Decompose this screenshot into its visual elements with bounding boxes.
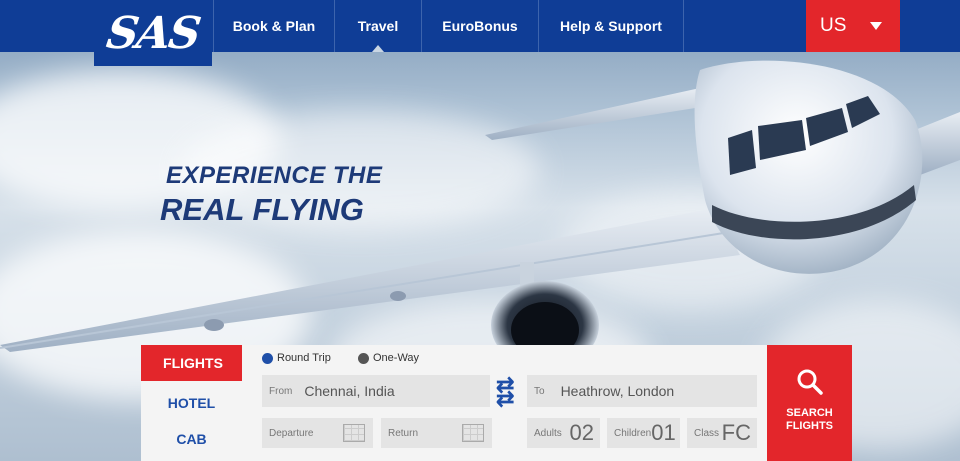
nav-travel-label: Travel xyxy=(357,18,399,34)
hero-tagline: EXPERIENCE THE REAL FLYING xyxy=(160,162,382,228)
class-value: FC xyxy=(721,420,751,445)
from-value: Chennai, India xyxy=(304,383,395,399)
round-trip-radio[interactable]: Round Trip xyxy=(262,352,331,364)
return-label: Return xyxy=(388,427,419,439)
class-label: Class xyxy=(694,427,720,439)
search-label-line2: FLIGHTS xyxy=(785,420,834,432)
search-icon xyxy=(797,369,823,395)
children-value: 01 xyxy=(651,420,676,445)
adults-value: 02 xyxy=(569,420,594,445)
return-field[interactable]: Return xyxy=(381,418,492,448)
to-label: To xyxy=(534,385,545,397)
tab-hotel[interactable]: HOTEL xyxy=(141,385,242,421)
nav-book-plan[interactable]: Book & Plan xyxy=(213,0,334,52)
one-way-radio[interactable]: One-Way xyxy=(358,352,419,364)
logo-text: SAS xyxy=(103,7,203,59)
sas-logo[interactable]: SAS xyxy=(94,0,212,66)
nav-travel[interactable]: Travel xyxy=(334,0,421,52)
class-field[interactable]: Class FC xyxy=(687,418,757,448)
nav-book-plan-label: Book & Plan xyxy=(232,18,316,34)
locale-label: US xyxy=(820,15,847,36)
calendar-icon xyxy=(343,424,365,442)
round-trip-label: Round Trip xyxy=(277,352,331,364)
swap-icon[interactable]: ⇄ ⇄ xyxy=(496,374,514,410)
tab-cab[interactable]: CAB xyxy=(141,421,242,457)
search-flights-button[interactable]: SEARCH FLIGHTS xyxy=(767,345,852,461)
to-value: Heathrow, London xyxy=(560,383,675,399)
nav-eurobonus[interactable]: EuroBonus xyxy=(421,0,538,52)
search-label-line1: SEARCH xyxy=(786,407,833,419)
adults-label: Adults xyxy=(534,427,562,439)
one-way-label: One-Way xyxy=(373,352,420,364)
calendar-icon xyxy=(462,424,484,442)
departure-label: Departure xyxy=(269,427,314,439)
tagline-line1: EXPERIENCE THE xyxy=(166,162,383,189)
booking-tabs: FLIGHTS HOTEL CAB xyxy=(141,345,253,461)
departure-field[interactable]: Departure xyxy=(262,418,373,448)
radio-unselected-icon xyxy=(358,352,369,364)
adults-field[interactable]: Adults 02 xyxy=(527,418,600,448)
locale-selector[interactable]: US xyxy=(806,0,900,52)
radio-selected-icon xyxy=(262,352,273,364)
chevron-down-icon xyxy=(870,22,883,30)
children-label: Children xyxy=(614,427,652,439)
nav-help-support-label: Help & Support xyxy=(560,18,662,34)
nav-eurobonus-label: EuroBonus xyxy=(442,18,518,34)
tagline-line2: REAL FLYING xyxy=(160,192,364,227)
nav-help-support[interactable]: Help & Support xyxy=(538,0,684,52)
from-label: From xyxy=(269,385,293,397)
tab-flights[interactable]: FLIGHTS xyxy=(141,345,253,381)
children-field[interactable]: Children 01 xyxy=(607,418,680,448)
to-field[interactable]: To Heathrow, London xyxy=(527,375,757,407)
from-field[interactable]: From Chennai, India xyxy=(262,375,490,407)
